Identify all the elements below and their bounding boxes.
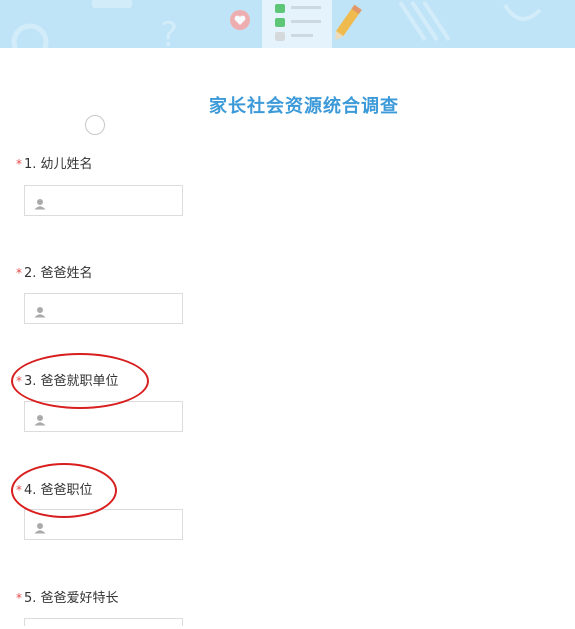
required-mark: * (16, 266, 22, 280)
question-number: 2. (24, 266, 37, 281)
question-1-label: * 1. 幼儿姓名 (16, 153, 93, 172)
required-mark: * (16, 157, 22, 171)
required-mark: * (16, 591, 22, 605)
text-field[interactable] (53, 294, 185, 325)
question-5-label: * 5. 爸爸爱好特长 (16, 587, 119, 606)
loading-spinner (85, 115, 105, 135)
text-field[interactable] (53, 186, 185, 217)
checklist-icon (262, 0, 332, 48)
text-field[interactable] (53, 619, 185, 629)
question-text: 幼儿姓名 (40, 157, 93, 172)
question-5-input[interactable] (24, 618, 185, 629)
question-1-input[interactable] (24, 185, 185, 217)
question-text: 爸爸爱好特长 (40, 591, 119, 606)
question-number: 5. (24, 591, 37, 606)
survey-title: 家长社会资源统合调查 (209, 96, 399, 117)
highlight-oval-question-3 (11, 353, 149, 409)
question-2-input[interactable] (24, 293, 185, 325)
question-text: 爸爸姓名 (40, 266, 93, 281)
highlight-oval-question-4 (11, 463, 117, 518)
header-banner: ? (0, 0, 575, 48)
user-icon (34, 411, 46, 430)
user-icon (34, 303, 46, 322)
pencil-icon (330, 2, 364, 48)
svg-text:?: ? (160, 15, 178, 48)
question-number: 1. (24, 157, 37, 172)
user-icon (34, 519, 46, 538)
user-icon (34, 195, 46, 214)
question-2-label: * 2. 爸爸姓名 (16, 262, 93, 281)
heart-icon (228, 9, 252, 35)
